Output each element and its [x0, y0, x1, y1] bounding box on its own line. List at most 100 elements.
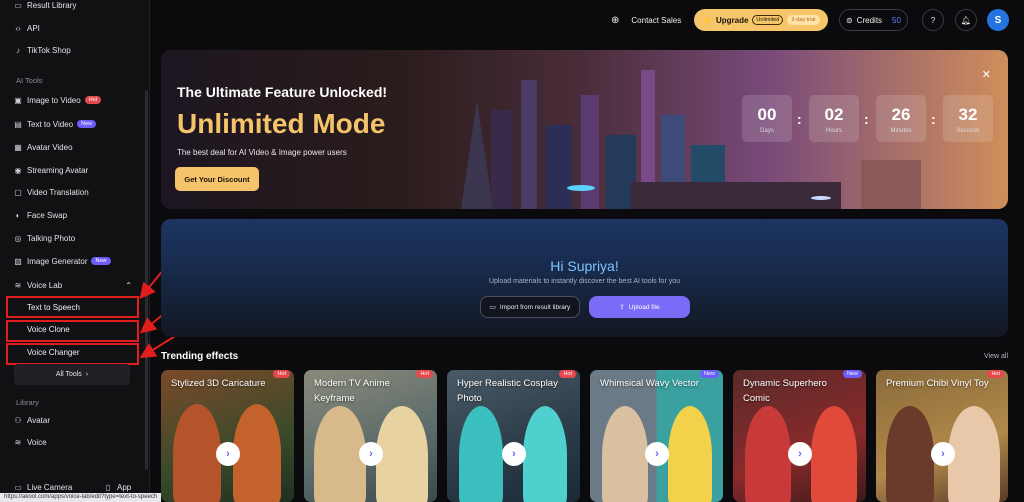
sidebar-item-streaming-avatar[interactable]: ◉ Streaming Avatar: [14, 160, 89, 180]
help-icon: ?: [930, 15, 936, 25]
card-arrow-icon[interactable]: ›: [359, 442, 383, 466]
chevron-right-icon: ›: [85, 371, 89, 378]
credits-button[interactable]: ⊜ Credits 50: [839, 9, 908, 31]
sidebar-item-image-generator[interactable]: ▨ Image Generator New: [14, 251, 111, 271]
sidebar-item-label: Text to Video: [27, 119, 74, 129]
sidebar-item-label: Image Generator: [27, 256, 88, 266]
user-avatar[interactable]: S: [987, 9, 1009, 31]
countdown-hours: 02 Hours: [809, 95, 859, 142]
card-title: Dynamic Superhero Comic: [743, 378, 827, 404]
hot-badge: Hot: [416, 370, 433, 378]
sidebar-item-label: Avatar Video: [27, 142, 73, 152]
sidebar: ▭ Result Library ‹› API ♪ TikTok Shop AI…: [0, 0, 150, 502]
hero-subtitle: Upload materials to instantly discover t…: [488, 278, 681, 285]
sidebar-item-api[interactable]: ‹› API: [14, 18, 40, 38]
credits-value: 50: [892, 15, 901, 25]
upload-hero: Hi Supriya! Upload materials to instantl…: [161, 219, 1008, 337]
card-figure: [745, 406, 791, 502]
card-arrow-icon[interactable]: ›: [216, 442, 240, 466]
sidebar-item-label: Streaming Avatar: [27, 165, 89, 175]
sidebar-item-result-library[interactable]: ▭ Result Library: [14, 0, 76, 15]
sidebar-item-avatar-video[interactable]: ▦ Avatar Video: [14, 137, 73, 157]
upload-file-button[interactable]: ⇧ Upload file: [589, 296, 690, 318]
new-badge: New: [842, 370, 862, 378]
effect-card[interactable]: Premium Chibi Vinyl Toy Hot ›: [876, 370, 1008, 502]
card-title: Hyper Realistic Cosplay Photo: [457, 378, 558, 404]
sidebar-item-talking-photo[interactable]: ◎ Talking Photo: [14, 228, 76, 248]
card-figure: [668, 406, 712, 502]
import-label: Import from result library: [499, 303, 571, 311]
countdown-days: 00 Days: [742, 95, 792, 142]
globe-icon: ⊕: [611, 14, 620, 26]
banner-title: The Ultimate Feature Unlocked!: [177, 84, 388, 100]
trial-pill: 3-day trial: [787, 15, 820, 25]
phone-icon: ▯: [105, 482, 111, 492]
streaming-icon: ◉: [14, 165, 22, 175]
folder-icon: ▭: [14, 0, 22, 10]
card-figure: [602, 406, 648, 502]
countdown-value: 26: [891, 105, 911, 124]
card-arrow-icon[interactable]: ›: [502, 442, 526, 466]
greeting: Hi Supriya!: [550, 258, 619, 274]
unlimited-pill: Unlimited: [752, 15, 784, 25]
close-icon[interactable]: ✕: [982, 68, 991, 81]
sidebar-item-voice-lab[interactable]: ≋ Voice Lab ⌃: [14, 275, 132, 295]
help-button[interactable]: ?: [922, 9, 944, 31]
card-arrow-icon[interactable]: ›: [788, 442, 812, 466]
countdown-separator: :: [931, 111, 936, 127]
image-icon: ▨: [14, 256, 22, 266]
topbar: ⊕ Contact Sales ⚡ Upgrade Unlimited 3-da…: [150, 0, 1024, 40]
sidebar-item-voice[interactable]: ≋ Voice: [14, 432, 47, 452]
effect-card[interactable]: Dynamic Superhero Comic New ›: [733, 370, 866, 502]
effect-card[interactable]: Modern TV Anime Keyframe Hot ›: [304, 370, 437, 502]
sidebar-subitem-voice-clone[interactable]: Voice Clone: [27, 325, 70, 334]
sidebar-item-face-swap[interactable]: ◐ Face Swap: [14, 205, 67, 225]
card-arrow-icon[interactable]: ›: [931, 442, 955, 466]
notification-button[interactable]: 🔔︎: [955, 9, 977, 31]
effect-card[interactable]: Hyper Realistic Cosplay Photo Hot ›: [447, 370, 580, 502]
new-badge: New: [699, 370, 719, 378]
sidebar-item-label: Result Library: [27, 0, 77, 10]
card-figure: [376, 406, 428, 502]
sidebar-item-tiktok-shop[interactable]: ♪ TikTok Shop: [14, 40, 71, 60]
sidebar-item-label: Voice: [27, 437, 47, 447]
ai-tools-heading: AI Tools: [16, 76, 43, 85]
card-title: Stylized 3D Caricature: [171, 378, 266, 389]
sidebar-subitem-text-to-speech[interactable]: Text to Speech: [27, 303, 80, 312]
import-from-library-button[interactable]: ▭ Import from result library: [480, 296, 580, 318]
upgrade-button[interactable]: ⚡ Upgrade Unlimited 3-day trial: [694, 9, 828, 31]
live-camera-label: Live Camera: [27, 482, 73, 492]
effect-card[interactable]: Whimsical Wavy Vector New ›: [590, 370, 723, 502]
sidebar-scrollbar[interactable]: [145, 90, 148, 470]
sidebar-item-image-to-video[interactable]: ▣ Image to Video Hot: [14, 90, 102, 110]
card-title: Whimsical Wavy Vector: [600, 378, 699, 389]
upgrade-label: Upgrade: [715, 15, 749, 25]
countdown-value: 32: [958, 105, 978, 124]
sidebar-item-video-translation[interactable]: ▢ Video Translation: [14, 182, 88, 202]
card-arrow-icon[interactable]: ›: [645, 442, 669, 466]
effect-card[interactable]: Stylized 3D Caricature Hot ›: [161, 370, 294, 502]
trending-title: Trending effects: [161, 351, 239, 362]
lightning-icon: ⚡: [702, 15, 712, 25]
upload-label: Upload file: [628, 303, 660, 311]
view-all-link[interactable]: View all: [984, 353, 1008, 360]
voice-wave-icon: ≋: [14, 437, 22, 447]
card-figure: [523, 406, 567, 502]
banner-headline: Unlimited Mode: [177, 108, 386, 139]
sidebar-item-label: API: [27, 23, 40, 33]
sidebar-item-text-to-video[interactable]: ▤ Text to Video New: [14, 114, 97, 134]
voice-wave-icon: ≋: [14, 280, 22, 290]
all-tools-label: All Tools: [55, 371, 82, 378]
hot-badge: Hot: [84, 96, 102, 104]
sidebar-subitem-voice-changer[interactable]: Voice Changer: [27, 348, 79, 357]
countdown-label: Seconds: [956, 128, 980, 134]
contact-sales-button[interactable]: ⊕ Contact Sales: [611, 9, 681, 31]
get-discount-button[interactable]: Get Your Discount: [175, 167, 259, 191]
sidebar-item-avatar[interactable]: ⚇ Avatar: [14, 410, 50, 430]
text-video-icon: ▤: [14, 119, 22, 129]
all-tools-button[interactable]: All Tools ›: [14, 364, 130, 385]
code-icon: ‹›: [15, 23, 21, 33]
new-badge: New: [77, 120, 97, 128]
tiktok-icon: ♪: [16, 45, 20, 55]
folder-icon: ▭: [489, 304, 496, 311]
